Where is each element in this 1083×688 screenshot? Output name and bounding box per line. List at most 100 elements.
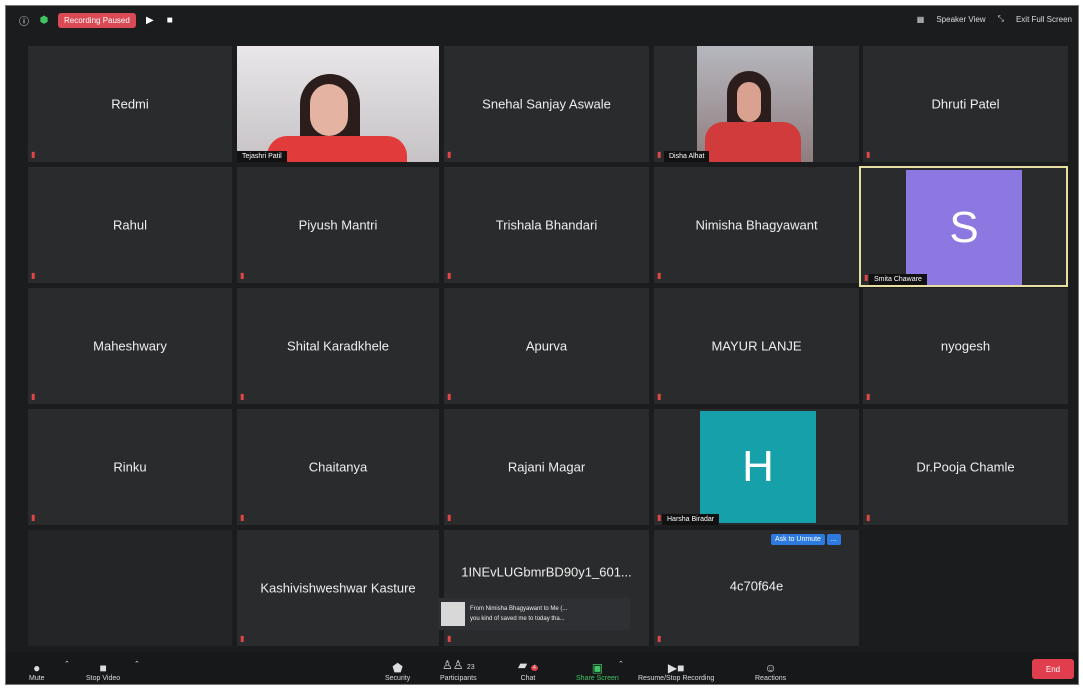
empty-tile [863,530,1068,646]
participant-video-tile[interactable]: Disha Alhat ▮ [654,46,859,162]
mic-muted-icon: ▮ [447,513,452,522]
participant-name: Piyush Mantri [298,217,378,233]
participant-name: Redmi [111,96,149,112]
participant-video [237,46,439,162]
participant-tile[interactable]: Rajani Magar ▮ [444,409,649,525]
participant-tile[interactable]: Dhruti Patel ▮ [863,46,1068,162]
chat-notification-text: From Nimisha Bhagyawant to Me (... you k… [470,604,567,624]
shield-icon[interactable]: ⬢ [38,14,50,26]
video-options[interactable]: ⌃ [134,660,140,668]
meeting-toolbar: ● Mute ⌃ ■ Stop Video ⌃ ⬟ Security ♙♙ 23… [6,652,1078,684]
more-options-button[interactable]: ... [826,534,841,545]
recording-control[interactable]: ▶■ Resume/Stop Recording [638,661,714,682]
mic-muted-icon: ▮ [657,271,662,280]
participant-tile[interactable]: Kashivishweshwar Kasture ▮ [237,530,439,646]
participant-name: Kashivishweshwar Kasture [260,580,416,596]
mic-muted-icon: ▮ [864,273,869,282]
participant-name: Shital Karadkhele [287,338,389,354]
participant-video-tile[interactable]: Tejashri Patil [237,46,439,162]
share-screen-icon: ▣ [591,661,604,675]
participants-control[interactable]: ♙♙ 23 Participants [440,658,477,682]
mute-label: Mute [29,675,45,682]
participant-name: Dhruti Patel [931,96,1000,112]
mic-muted-icon: ▮ [657,634,662,643]
mic-muted-icon: ▮ [31,150,36,159]
mic-muted-icon: ▮ [240,513,245,522]
participant-tile[interactable]: Snehal Sanjay Aswale ▮ [444,46,649,162]
ask-to-unmute-controls: Ask to Unmute ... [771,534,841,545]
participants-count: 23 [466,664,475,671]
microphone-icon: ● [33,661,41,675]
audio-options[interactable]: ⌃ [64,660,70,668]
play-icon[interactable]: ▶ [144,14,156,26]
participant-tile[interactable]: MAYUR LANJE ▮ [654,288,859,404]
info-icon[interactable]: ⓘ [18,14,30,28]
participant-label: Smita Chaware [869,274,927,285]
active-speaker-tile[interactable]: S Smita Chaware ▮ [859,166,1068,287]
participant-label: Disha Alhat [664,151,710,162]
participant-tile[interactable]: Redmi ▮ [28,46,232,162]
chevron-up-icon: ⌃ [618,661,624,668]
participant-name: Trishala Bhandari [495,217,598,233]
participant-label: Harsha Biradar [662,514,720,525]
participant-name: Maheshwary [93,338,167,354]
share-options[interactable]: ⌃ [618,660,624,668]
participant-name: MAYUR LANJE [711,338,802,354]
mic-muted-icon: ▮ [657,513,662,522]
participants-glyph: ♙♙ [441,658,464,672]
mic-muted-icon: ▮ [240,634,245,643]
shield-icon: ⬟ [392,661,403,675]
security-control[interactable]: ⬟ Security [385,661,410,682]
participant-tile[interactable]: Maheshwary ▮ [28,288,232,404]
video-camera-icon: ■ [99,661,107,675]
mic-muted-icon: ▮ [447,634,452,643]
stop-icon[interactable]: ■ [164,14,176,26]
participant-tile[interactable]: 4c70f64e ▮ [654,530,859,646]
mute-control[interactable]: ● Mute [29,661,45,682]
participant-tile[interactable]: Trishala Bhandari ▮ [444,167,649,283]
participant-name: Nimisha Bhagyawant [695,217,818,233]
participant-tile[interactable]: Apurva ▮ [444,288,649,404]
end-meeting-button[interactable]: End [1032,659,1074,679]
speaker-view-icon[interactable]: ▦ [917,15,925,24]
ask-to-unmute-button[interactable]: Ask to Unmute [771,534,825,545]
mic-muted-icon: ▮ [447,271,452,280]
participant-tile[interactable]: Dr.Pooja Chamle ▮ [863,409,1068,525]
participant-name: Dr.Pooja Chamle [916,459,1015,475]
participant-tile[interactable]: Piyush Mantri ▮ [237,167,439,283]
empty-tile [28,530,232,646]
share-screen-control[interactable]: ▣ Share Screen [576,661,619,682]
recording-status: Recording Paused [58,12,136,28]
participant-name: Rinku [113,459,147,475]
chat-control[interactable]: ▰ 4 Chat [518,658,538,682]
chevron-up-icon: ⌃ [64,661,70,668]
participant-tile[interactable]: nyogesh ▮ [863,288,1068,404]
mic-muted-icon: ▮ [447,392,452,401]
participant-avatar: S [906,170,1022,285]
reactions-control[interactable]: ☺ Reactions [755,661,786,682]
participant-tile[interactable]: Nimisha Bhagyawant ▮ [654,167,859,283]
smile-icon: ☺ [764,661,777,675]
mic-muted-icon: ▮ [866,513,871,522]
chat-notification-avatar [441,602,465,626]
chat-bubble-glyph: ▰ [518,658,528,672]
participant-name: nyogesh [940,338,991,354]
exit-full-screen-icon[interactable]: ⤡ [998,14,1004,24]
exit-full-screen-button[interactable]: Exit Full Screen [1016,15,1072,24]
participant-tile[interactable]: H Harsha Biradar ▮ [654,409,859,525]
participant-tile[interactable]: Rinku ▮ [28,409,232,525]
chat-unread-badge: 4 [530,665,538,671]
mic-muted-icon: ▮ [657,150,662,159]
participant-tile[interactable]: Chaitanya ▮ [237,409,439,525]
participant-name: Chaitanya [308,459,368,475]
chat-notification[interactable]: From Nimisha Bhagyawant to Me (... you k… [438,598,630,630]
participant-tile[interactable]: Rahul ▮ [28,167,232,283]
recording-label: Resume/Stop Recording [638,675,715,682]
chat-notification-from: From Nimisha Bhagyawant to Me (... [470,606,568,612]
participant-tile[interactable]: Shital Karadkhele ▮ [237,288,439,404]
stop-video-control[interactable]: ■ Stop Video [86,661,120,682]
stop-video-label: Stop Video [86,675,121,682]
chat-icon: ▰ 4 [518,658,538,675]
speaker-view-button[interactable]: Speaker View [936,15,985,24]
mic-muted-icon: ▮ [866,392,871,401]
